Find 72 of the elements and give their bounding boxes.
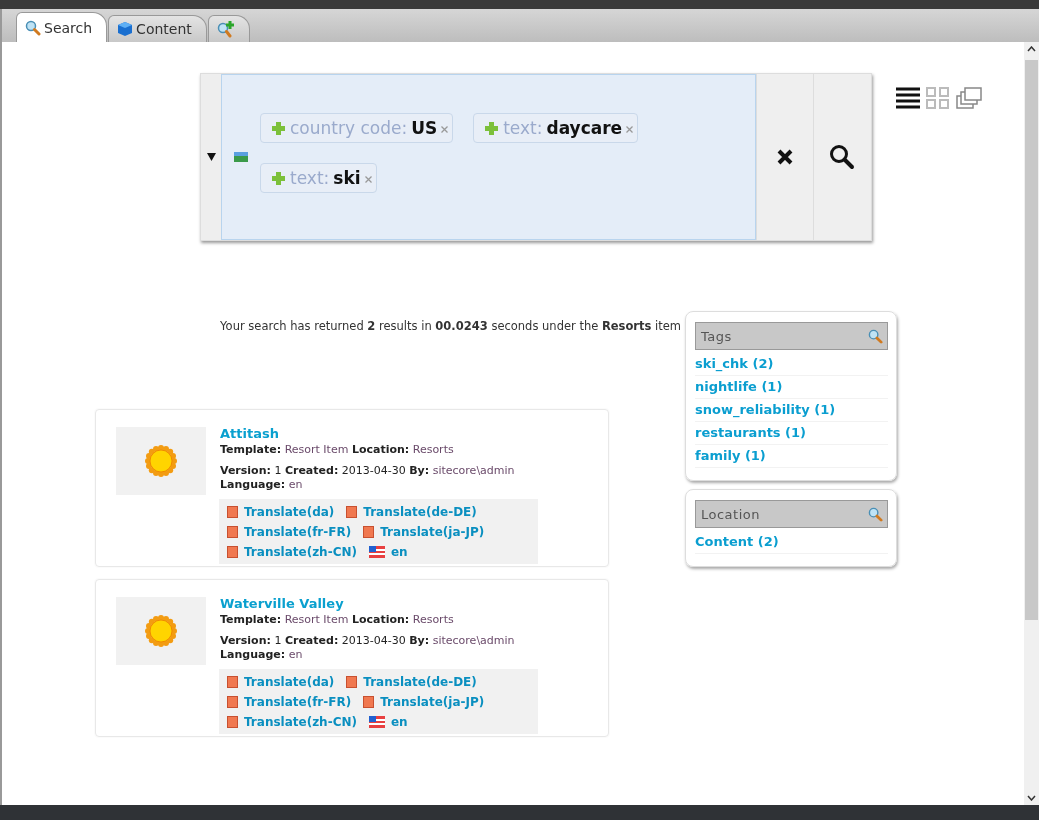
translate-link[interactable]: en <box>369 712 408 732</box>
caret-icon <box>206 153 216 161</box>
translate-link[interactable]: Translate(de-DE) <box>346 502 477 522</box>
page-icon <box>346 676 358 688</box>
facet-link[interactable]: snow_reliability (1) <box>695 399 888 422</box>
translate-link[interactable]: Translate(ja-JP) <box>363 692 485 712</box>
sun-icon <box>144 444 178 478</box>
page-icon <box>227 716 238 728</box>
cube-icon <box>117 21 134 37</box>
list-view-icon[interactable] <box>896 87 920 109</box>
query-field[interactable]: country code: US text: daycare text: ski <box>221 74 756 240</box>
page-icon <box>227 696 238 708</box>
flag-icon <box>369 716 385 728</box>
translate-link[interactable]: Translate(de-DE) <box>346 672 477 692</box>
page-icon <box>363 526 375 538</box>
facet-title: Location <box>701 506 760 522</box>
result-title[interactable]: Waterville Valley <box>220 597 515 611</box>
language-line: Language: en <box>220 648 304 662</box>
translate-link[interactable]: Translate(zh-CN) <box>227 712 357 732</box>
version-line: Version: 1 Created: 2013-04-30 By: sitecore\admin <box>220 634 515 648</box>
facet-title: Tags <box>701 328 732 344</box>
translate-link[interactable]: Translate(fr-FR) <box>227 692 352 712</box>
search-add-icon <box>216 20 235 38</box>
search-button[interactable] <box>813 74 870 240</box>
plus-icon <box>271 170 286 186</box>
translate-link[interactable]: Translate(da) <box>227 502 335 522</box>
scrollbar[interactable] <box>1024 42 1039 805</box>
page-icon <box>227 546 238 558</box>
template-line: Template: Resort Item Location: Resorts <box>220 613 455 627</box>
search-icon <box>829 144 855 170</box>
tab[interactable] <box>207 15 250 42</box>
filter-chip[interactable]: country code: US <box>260 113 454 143</box>
scroll-up-icon[interactable] <box>1027 46 1036 52</box>
search-icon <box>868 328 883 344</box>
search-icon <box>25 19 41 36</box>
result-title[interactable]: Attitash <box>220 427 515 441</box>
page-icon <box>363 696 375 708</box>
translate-link[interactable]: Translate(da) <box>227 672 335 692</box>
filter-chip[interactable]: text: daycare <box>473 113 639 143</box>
plus-icon <box>484 120 500 136</box>
close-icon <box>776 148 794 166</box>
plus-icon <box>271 120 286 136</box>
tab[interactable]: Search <box>16 12 108 42</box>
close-icon <box>441 125 449 133</box>
facet-link[interactable]: nightlife (1) <box>695 376 888 399</box>
scroll-down-icon[interactable] <box>1027 795 1036 801</box>
image-icon <box>234 152 248 162</box>
facet-link[interactable]: Content (2) <box>695 531 888 554</box>
search-icon <box>868 506 883 522</box>
tab[interactable]: Content <box>108 15 207 42</box>
translate-link[interactable]: Translate(ja-JP) <box>363 522 485 542</box>
facet-link[interactable]: family (1) <box>695 445 888 468</box>
language-line: Language: en <box>220 478 304 492</box>
results-summary: Your search has returned 2 results in 00.0243 seconds under the Resorts item <box>219 319 682 333</box>
translate-link[interactable]: Translate(zh-CN) <box>227 542 357 562</box>
flag-icon <box>369 546 385 558</box>
page-icon <box>227 526 238 538</box>
grid-view-icon[interactable] <box>926 87 950 109</box>
page-icon <box>227 676 238 688</box>
filter-chip[interactable]: text: ski <box>260 163 377 193</box>
translate-link[interactable]: en <box>369 542 408 562</box>
page-icon <box>346 506 358 518</box>
gallery-view-icon[interactable] <box>956 87 982 109</box>
facet-link[interactable]: restaurants (1) <box>695 422 888 445</box>
facet-link[interactable]: ski_chk (2) <box>695 353 888 376</box>
page-icon <box>227 506 238 518</box>
template-line: Template: Resort Item Location: Resorts <box>220 443 455 457</box>
sun-icon <box>144 614 178 648</box>
version-line: Version: 1 Created: 2013-04-30 By: sitecore\admin <box>220 464 515 478</box>
close-icon <box>626 125 634 133</box>
translate-link[interactable]: Translate(fr-FR) <box>227 522 352 542</box>
close-icon <box>364 175 372 183</box>
